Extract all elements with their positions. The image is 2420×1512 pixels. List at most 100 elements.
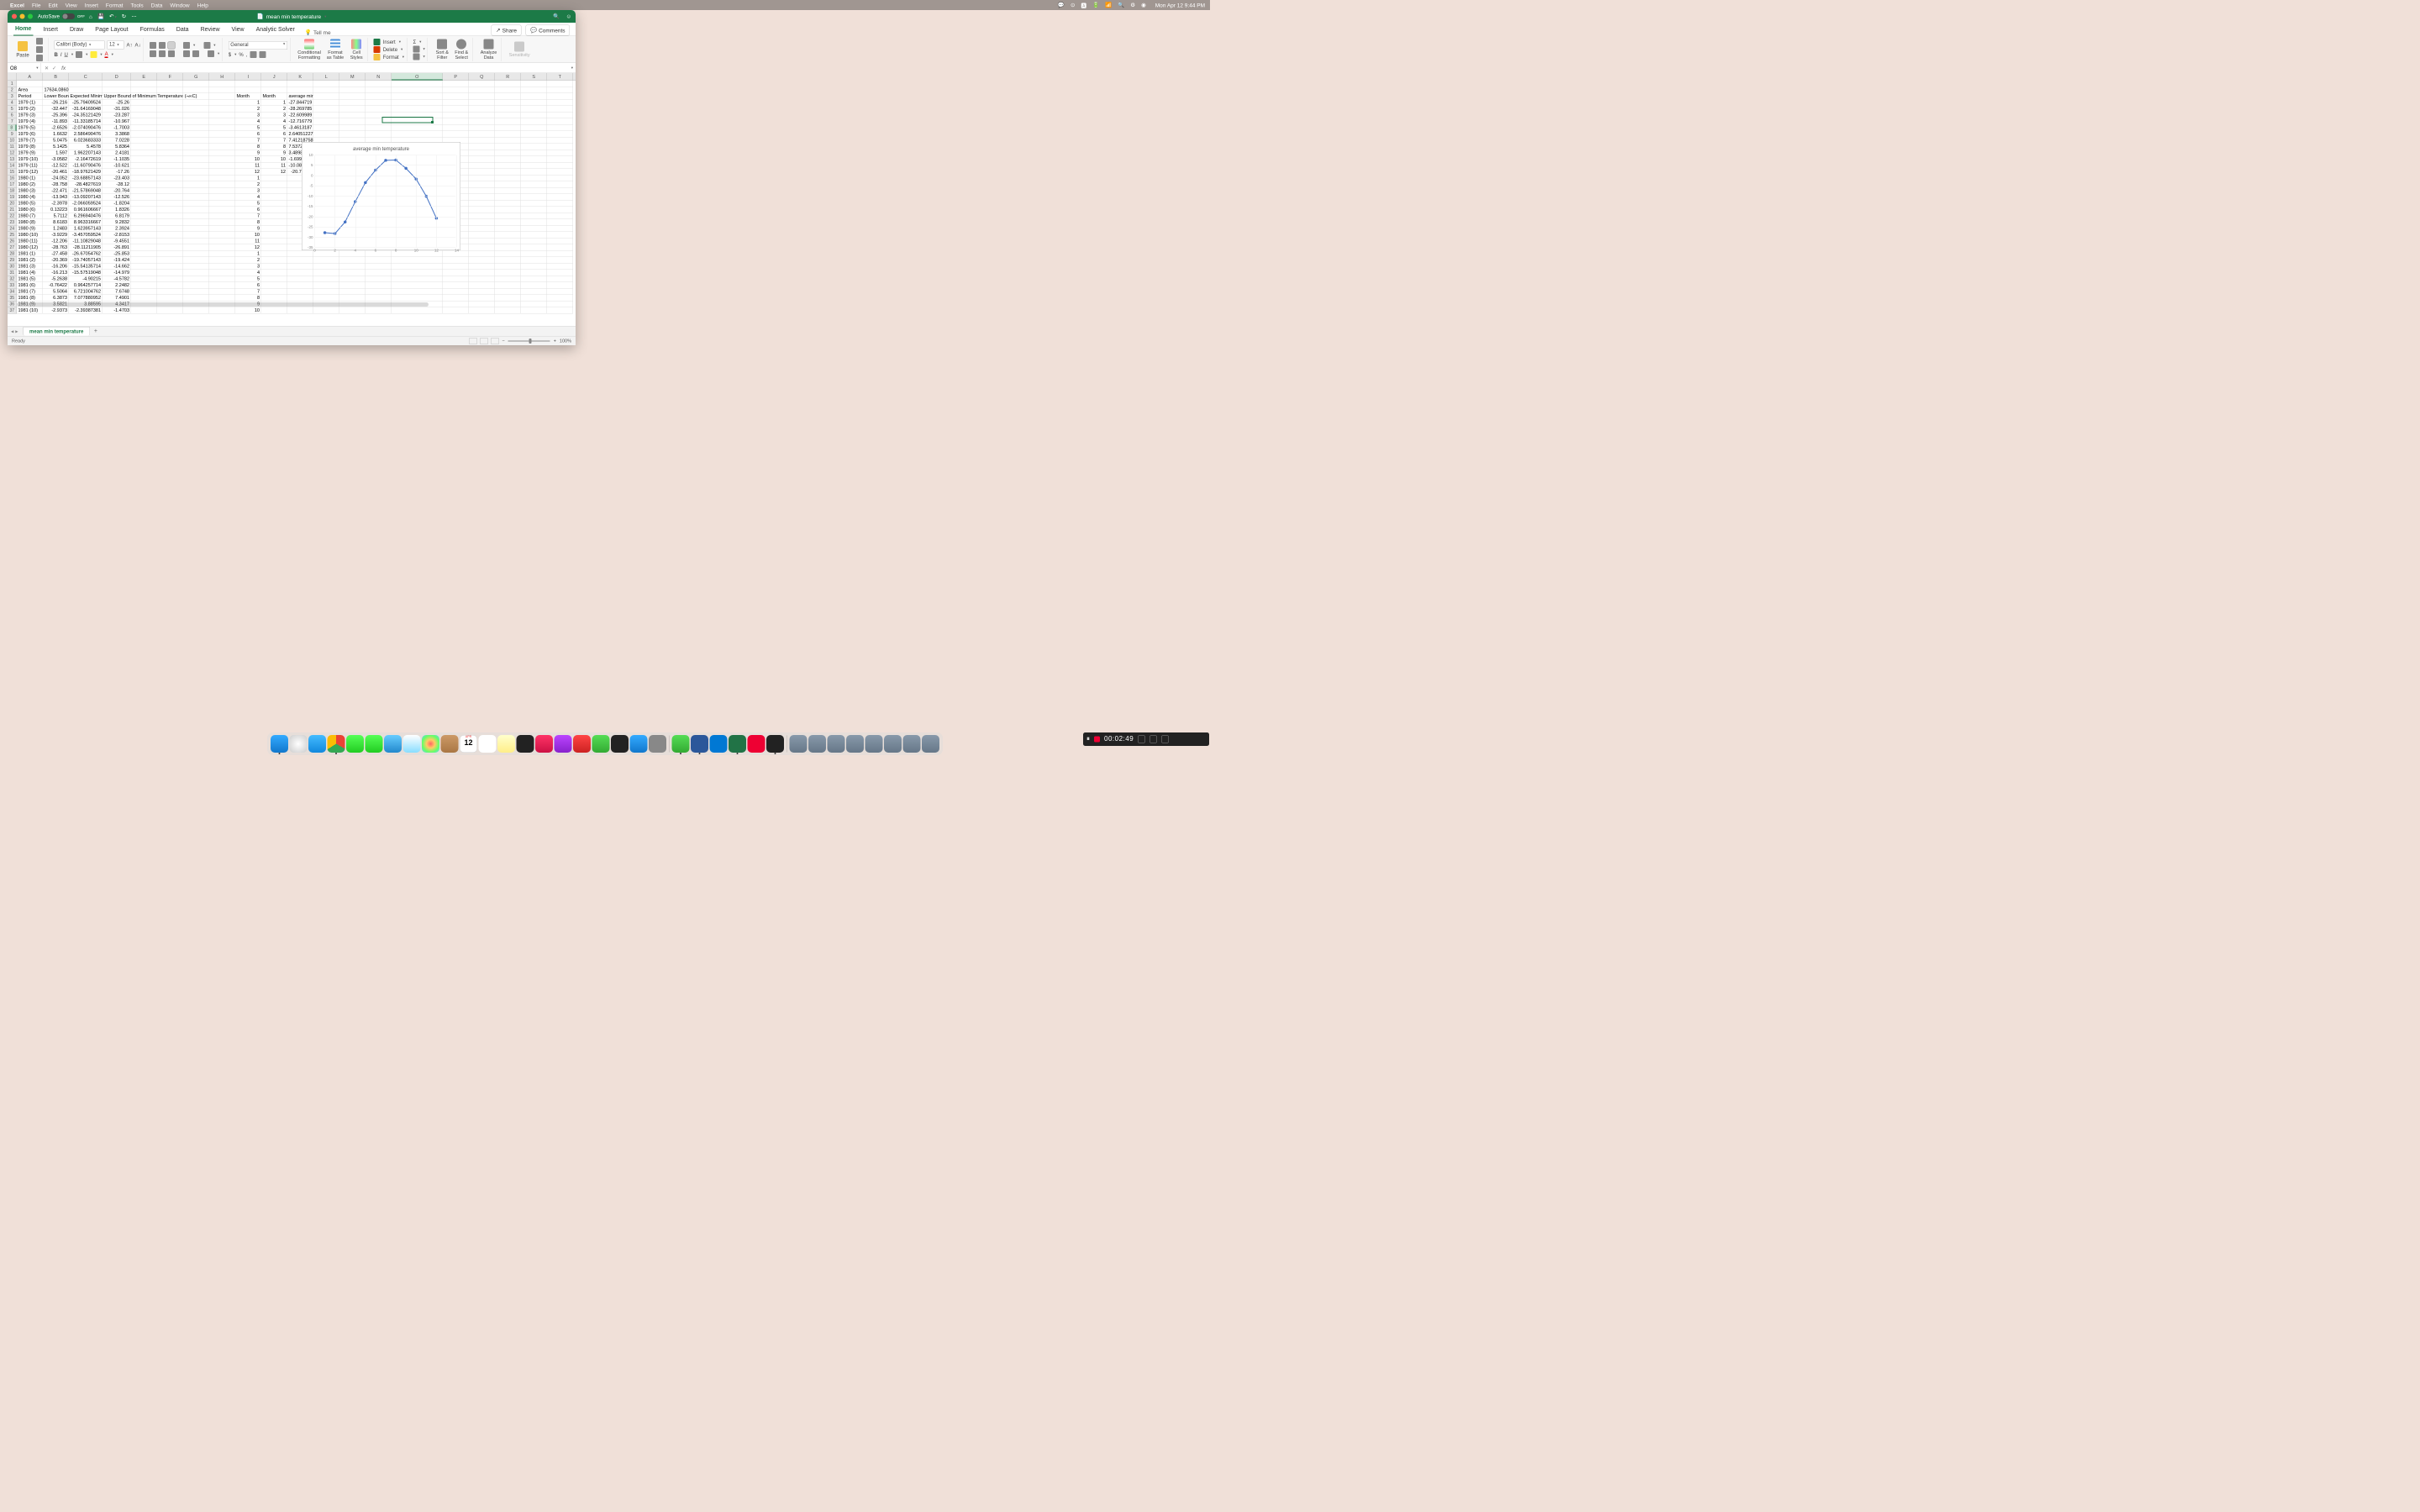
cell-T17[interactable] bbox=[547, 181, 573, 188]
cell-J12[interactable]: 9 bbox=[261, 150, 287, 157]
cell-D8[interactable]: -1.7003 bbox=[103, 125, 131, 132]
cell-G1[interactable] bbox=[183, 81, 209, 87]
cell-I33[interactable]: 6 bbox=[235, 282, 261, 289]
cell-Q10[interactable] bbox=[469, 138, 495, 144]
copy-icon[interactable] bbox=[36, 46, 43, 53]
cell-R20[interactable] bbox=[495, 201, 521, 207]
cell-Q16[interactable] bbox=[469, 176, 495, 182]
cell-E23[interactable] bbox=[131, 219, 157, 226]
cell-B33[interactable]: -0.76422 bbox=[43, 282, 69, 289]
cell-B31[interactable]: -16.213 bbox=[43, 270, 69, 276]
cell-B35[interactable]: 6.3873 bbox=[43, 295, 69, 302]
cell-T24[interactable] bbox=[547, 226, 573, 233]
cell-T22[interactable] bbox=[547, 213, 573, 220]
cell-H22[interactable] bbox=[209, 213, 235, 220]
cell-S32[interactable] bbox=[521, 276, 547, 283]
cell-A8[interactable]: 1979 (5) bbox=[17, 125, 43, 132]
cell-Q23[interactable] bbox=[469, 219, 495, 226]
cell-F1[interactable] bbox=[157, 81, 183, 87]
cell-H31[interactable] bbox=[209, 270, 235, 276]
cell-S1[interactable] bbox=[521, 81, 547, 87]
cell-S26[interactable] bbox=[521, 239, 547, 245]
cell-D12[interactable]: 2.4181 bbox=[103, 150, 131, 157]
cell-Q34[interactable] bbox=[469, 289, 495, 296]
cell-O34[interactable] bbox=[392, 289, 443, 296]
cell-P8[interactable] bbox=[443, 125, 469, 132]
cell-L1[interactable] bbox=[313, 81, 339, 87]
cell-G25[interactable] bbox=[183, 232, 209, 239]
cell-H27[interactable] bbox=[209, 244, 235, 251]
cell-M6[interactable] bbox=[339, 113, 366, 119]
row-header-22[interactable]: 22 bbox=[8, 213, 17, 220]
cell-N3[interactable] bbox=[366, 93, 392, 100]
cell-A28[interactable]: 1981 (1) bbox=[17, 251, 43, 258]
zoom-value[interactable]: 100% bbox=[560, 339, 571, 344]
cell-O4[interactable] bbox=[392, 100, 443, 107]
cell-C3[interactable]: Expected Minimu bbox=[69, 93, 103, 100]
wechat-status-icon[interactable]: 💬 bbox=[1058, 2, 1065, 8]
cell-S18[interactable] bbox=[521, 188, 547, 195]
cell-E14[interactable] bbox=[131, 163, 157, 170]
cut-icon[interactable] bbox=[36, 38, 43, 45]
cell-T13[interactable] bbox=[547, 156, 573, 163]
orientation-icon[interactable] bbox=[183, 42, 190, 49]
view-page-layout-icon[interactable] bbox=[480, 338, 487, 344]
cell-O33[interactable] bbox=[392, 282, 443, 289]
control-center-icon[interactable]: ⚙ bbox=[1130, 2, 1135, 8]
cell-F33[interactable] bbox=[157, 282, 183, 289]
cell-S31[interactable] bbox=[521, 270, 547, 276]
cell-M4[interactable] bbox=[339, 100, 366, 107]
cell-R17[interactable] bbox=[495, 181, 521, 188]
cell-S29[interactable] bbox=[521, 257, 547, 264]
row-header-30[interactable]: 30 bbox=[8, 264, 17, 270]
column-header-F[interactable]: F bbox=[157, 73, 183, 81]
cell-F11[interactable] bbox=[157, 144, 183, 150]
cell-B13[interactable]: -3.0582 bbox=[43, 156, 69, 163]
cell-D21[interactable]: 1.8326 bbox=[103, 207, 131, 213]
cell-S37[interactable] bbox=[521, 307, 547, 314]
row-header-16[interactable]: 16 bbox=[8, 176, 17, 182]
cell-D30[interactable]: -14.662 bbox=[103, 264, 131, 270]
cell-H2[interactable] bbox=[209, 87, 235, 94]
dock-podcasts[interactable] bbox=[555, 735, 572, 753]
italic-button[interactable]: I bbox=[60, 51, 62, 57]
cell-T19[interactable] bbox=[547, 194, 573, 201]
cell-Q4[interactable] bbox=[469, 100, 495, 107]
autosum-icon[interactable]: Σ bbox=[413, 39, 416, 45]
cell-Q25[interactable] bbox=[469, 232, 495, 239]
cell-Q22[interactable] bbox=[469, 213, 495, 220]
cell-K5[interactable]: -28.269785 bbox=[287, 106, 313, 113]
column-header-M[interactable]: M bbox=[339, 73, 366, 81]
dock-launchpad[interactable] bbox=[290, 735, 308, 753]
cell-F14[interactable] bbox=[157, 163, 183, 170]
comments-button[interactable]: 💬Comments bbox=[525, 25, 570, 36]
cell-I16[interactable]: 1 bbox=[235, 176, 261, 182]
cell-B16[interactable]: -24.052 bbox=[43, 176, 69, 182]
cell-B1[interactable] bbox=[43, 81, 69, 87]
cell-D3[interactable]: Upper Bound of Minimum Temperature (¬∞C) bbox=[103, 93, 131, 100]
cell-C4[interactable]: -25.79409524 bbox=[69, 100, 103, 107]
cell-J32[interactable] bbox=[261, 276, 287, 283]
cell-F5[interactable] bbox=[157, 106, 183, 113]
cell-D6[interactable]: -23.287 bbox=[103, 113, 131, 119]
cell-M9[interactable] bbox=[339, 131, 366, 138]
horizontal-scrollbar[interactable] bbox=[17, 302, 429, 307]
row-header-2[interactable]: 2 bbox=[8, 87, 17, 94]
cell-E5[interactable] bbox=[131, 106, 157, 113]
cell-F18[interactable] bbox=[157, 188, 183, 195]
dock-trash[interactable] bbox=[922, 735, 939, 753]
cell-C9[interactable]: 2.586490476 bbox=[69, 131, 103, 138]
cell-C29[interactable]: -19.74057143 bbox=[69, 257, 103, 264]
cell-S4[interactable] bbox=[521, 100, 547, 107]
cell-R19[interactable] bbox=[495, 194, 521, 201]
cell-O31[interactable] bbox=[392, 270, 443, 276]
cell-J2[interactable] bbox=[261, 87, 287, 94]
cell-Q9[interactable] bbox=[469, 131, 495, 138]
format-as-table-button[interactable]: Format as Table bbox=[325, 38, 345, 60]
cell-F16[interactable] bbox=[157, 176, 183, 182]
cell-S21[interactable] bbox=[521, 207, 547, 213]
decrease-indent-icon[interactable] bbox=[183, 50, 190, 57]
cell-J13[interactable]: 10 bbox=[261, 156, 287, 163]
cell-R23[interactable] bbox=[495, 219, 521, 226]
view-normal-icon[interactable] bbox=[469, 338, 476, 344]
